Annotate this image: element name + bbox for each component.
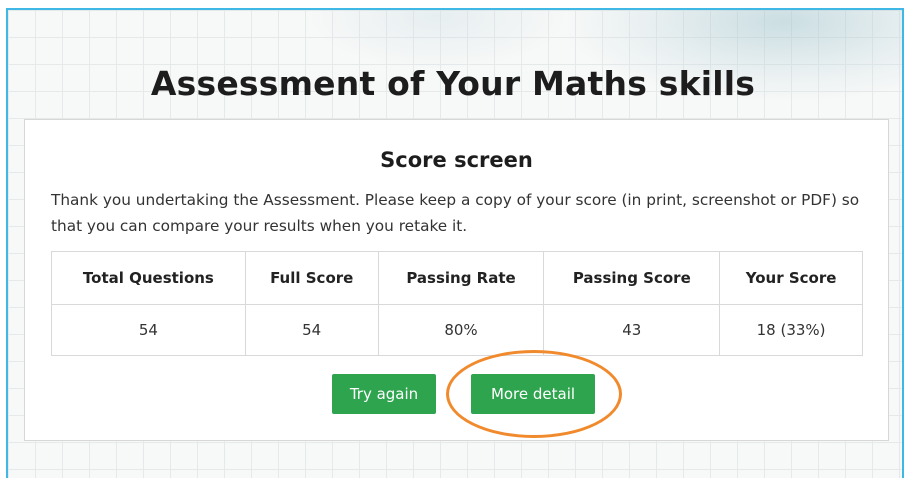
more-detail-button[interactable]: More detail	[471, 374, 595, 414]
header-passing-rate: Passing Rate	[377, 251, 545, 305]
value-your-score: 18 (33%)	[719, 304, 863, 356]
header-full-score: Full Score	[244, 251, 379, 305]
try-again-button[interactable]: Try again	[332, 374, 436, 414]
score-intro-text: Thank you undertaking the Assessment. Pl…	[51, 191, 860, 235]
header-total-questions: Total Questions	[51, 251, 246, 305]
page-title: Assessment of Your Maths skills	[150, 64, 756, 103]
value-full-score: 54	[244, 304, 379, 356]
score-table-header-row: Total Questions Full Score Passing Rate …	[51, 251, 863, 305]
value-passing-score: 43	[543, 304, 721, 356]
value-passing-rate: 80%	[377, 304, 545, 356]
score-table-row: 54 54 80% 43 18 (33%)	[51, 304, 863, 356]
watercolor-decoration-secondary	[308, 10, 568, 70]
header-your-score: Your Score	[719, 251, 863, 305]
score-card-title: Score screen	[380, 148, 533, 172]
score-table: Total Questions Full Score Passing Rate …	[51, 251, 863, 356]
score-card: Score screen Thank you undertaking the A…	[24, 119, 889, 441]
header-passing-score: Passing Score	[543, 251, 721, 305]
value-total-questions: 54	[51, 304, 246, 356]
